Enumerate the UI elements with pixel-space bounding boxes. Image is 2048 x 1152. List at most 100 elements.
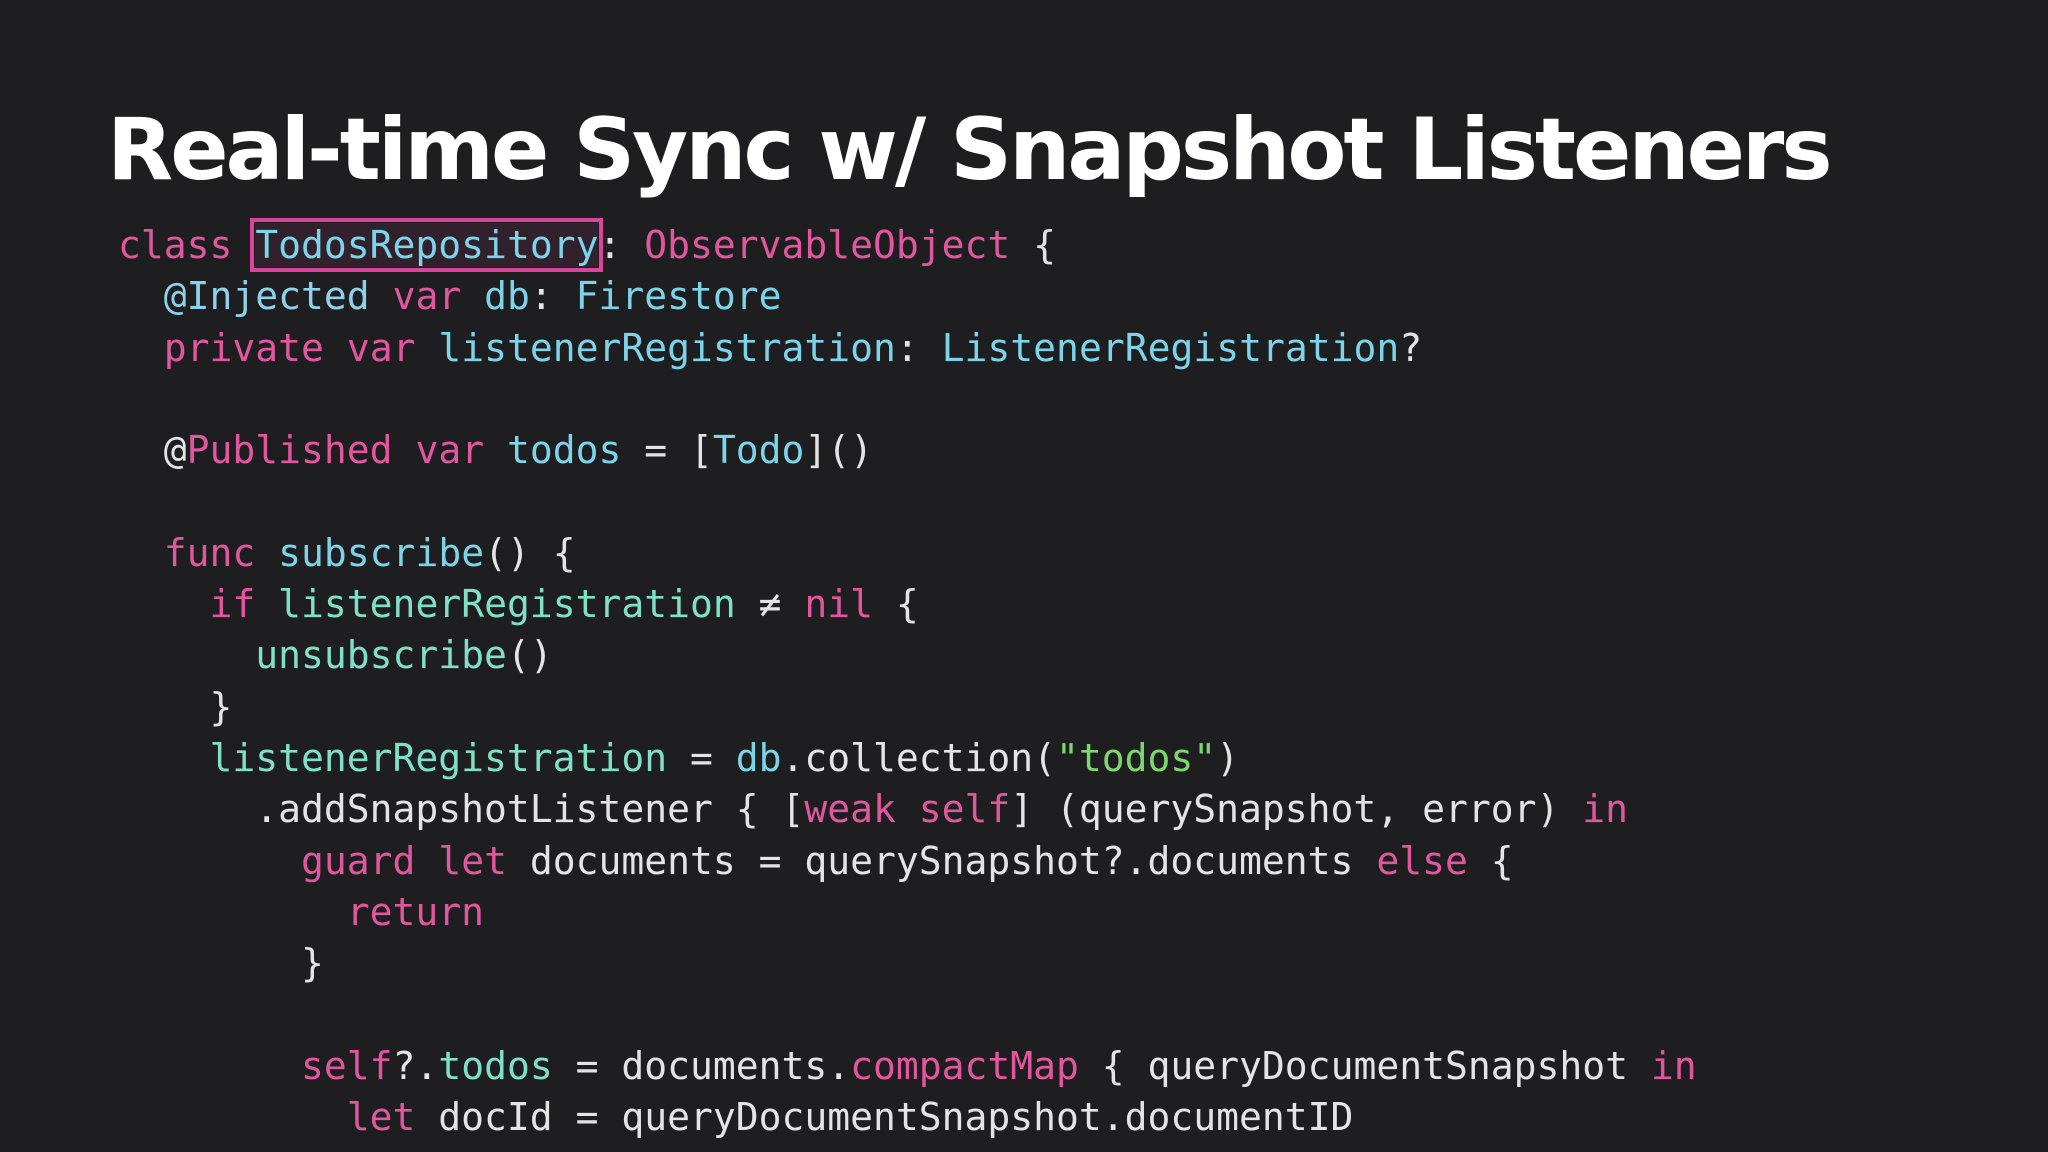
code-token: weak: [804, 787, 896, 832]
code-token: nil: [804, 582, 874, 627]
code-token: listenerRegistration: [209, 735, 668, 780]
code-token: var: [346, 325, 416, 370]
code-token: else: [1376, 838, 1468, 883]
code-token: ObservableObject: [644, 223, 1011, 267]
code-token: todos: [506, 428, 622, 473]
code-token: @: [118, 428, 187, 473]
code-token: ≠: [735, 582, 805, 627]
code-token: Todo: [712, 428, 805, 473]
code-token: () {: [484, 530, 576, 575]
code-token: guard: [301, 838, 416, 883]
code-token: listenerRegistration: [278, 582, 736, 627]
slide: Real-time Sync w/ Snapshot Listeners cla…: [0, 0, 2048, 1152]
code-line: class TodosRepository: ObservableObject …: [118, 218, 2018, 272]
code-line: private var listenerRegistration: Listen…: [118, 323, 2018, 374]
code-token: db: [484, 274, 530, 319]
code-token: = [: [621, 428, 713, 473]
code-token: private: [163, 325, 324, 370]
code-token: {: [1467, 838, 1514, 883]
code-token: }: [118, 941, 324, 986]
code-token: .addSnapshotListener { [: [118, 787, 805, 832]
code-token: listenerRegistration: [438, 325, 896, 370]
slide-title: Real-time Sync w/ Snapshot Listeners: [107, 100, 1833, 200]
code-line: @Published var todos = [Todo](): [118, 425, 2018, 476]
code-token: = documents.: [552, 1043, 851, 1088]
code-token: var: [415, 428, 485, 473]
code-line: if listenerRegistration ≠ nil {: [118, 579, 2018, 630]
code-token: {: [1010, 223, 1057, 267]
code-line: }: [118, 682, 2018, 733]
code-line: return: [118, 887, 2018, 938]
code-token: subscribe: [278, 530, 485, 575]
code-token: ] (querySnapshot, error): [1010, 787, 1583, 832]
code-token: Firestore: [575, 274, 782, 319]
code-token: :: [895, 325, 942, 370]
code-token: "todos": [1056, 735, 1217, 780]
code-token: return: [346, 889, 485, 934]
code-token: :: [598, 223, 645, 267]
code-token: @Injected: [163, 274, 370, 319]
code-token: if: [209, 582, 256, 627]
code-token: compactMap: [850, 1043, 1079, 1088]
code-line: listenerRegistration = db.collection("to…: [118, 733, 2018, 784]
code-token: ](): [804, 428, 874, 473]
code-token: .collection(: [781, 735, 1057, 780]
code-line: .addSnapshotListener { [weak self] (quer…: [118, 784, 2018, 835]
code-token: let: [346, 1095, 416, 1140]
code-token: }: [118, 684, 233, 729]
code-token: func: [163, 530, 256, 575]
code-token: self: [301, 1043, 393, 1088]
code-line: func subscribe() {: [118, 528, 2018, 579]
code-token: db: [735, 735, 782, 780]
code-token: {: [873, 582, 919, 627]
code-token: documents = querySnapshot?.documents: [506, 838, 1377, 883]
code-token: (): [506, 633, 553, 678]
code-token: ?: [1399, 325, 1423, 370]
code-line: unsubscribe(): [118, 630, 2018, 681]
code-token: ?.: [392, 1043, 439, 1088]
code-token: class: [118, 223, 233, 267]
code-line: let docId = queryDocumentSnapshot.docume…: [118, 1092, 2018, 1143]
code-token: self: [918, 787, 1011, 832]
code-token: in: [1582, 787, 1628, 832]
code-line: self?.todos = documents.compactMap { que…: [118, 1041, 2018, 1092]
code-token: :: [529, 274, 576, 319]
code-token: =: [667, 735, 736, 780]
code-token: ListenerRegistration: [941, 325, 1400, 370]
code-block: class TodosRepository: ObservableObject …: [118, 218, 2018, 1143]
code-token: let: [438, 838, 507, 883]
code-token: todos: [438, 1043, 553, 1088]
code-token: in: [1650, 1043, 1697, 1088]
code-token: { queryDocumentSnapshot: [1078, 1043, 1651, 1088]
code-line: guard let documents = querySnapshot?.doc…: [118, 836, 2018, 887]
code-line: }: [118, 938, 2018, 989]
highlighted-class-name: TodosRepository: [250, 218, 604, 272]
code-token: docId = queryDocumentSnapshot.documentID: [415, 1095, 1354, 1140]
code-token: unsubscribe: [255, 633, 507, 678]
code-token: ): [1216, 735, 1240, 780]
